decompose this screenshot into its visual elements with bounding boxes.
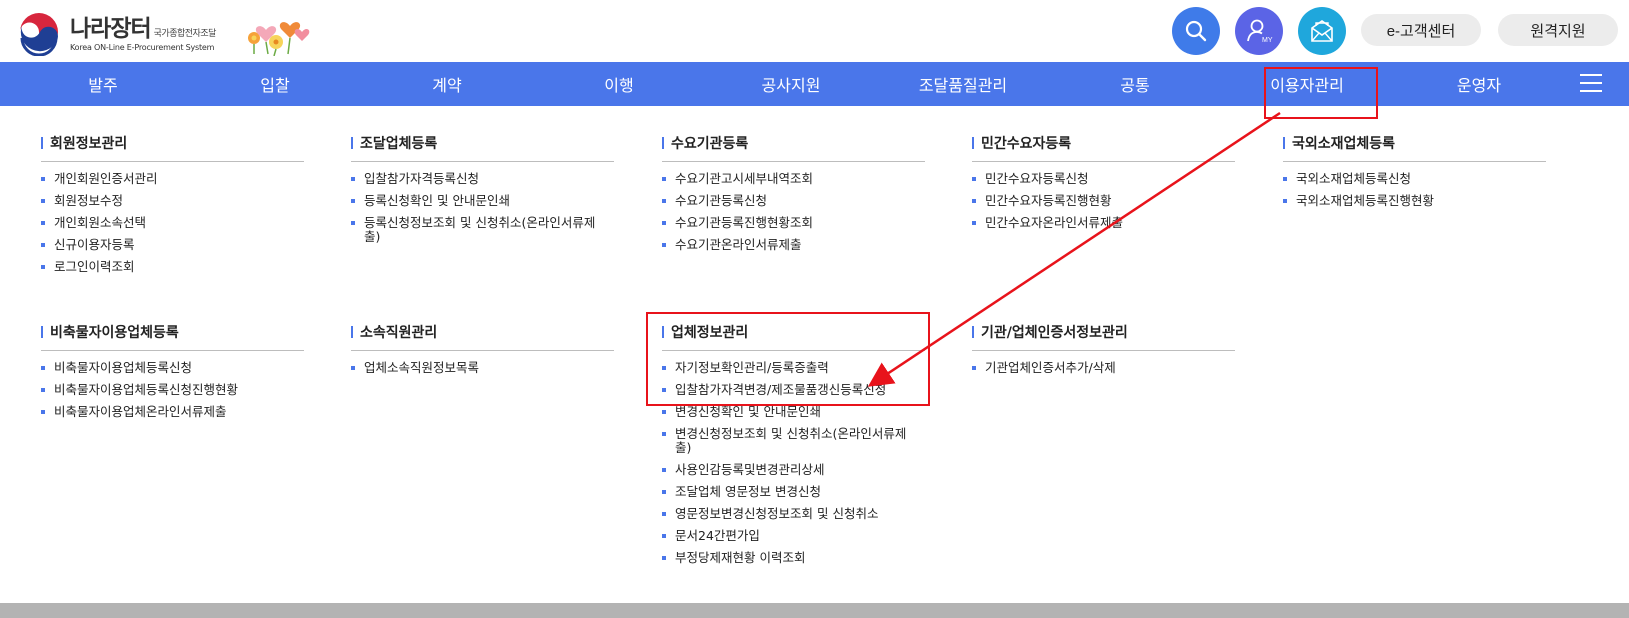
menu-link[interactable]: 부정당제재현황 이력조회 — [662, 551, 925, 565]
menu-link[interactable]: 수요기관온라인서류제출 — [662, 238, 925, 252]
menu-link[interactable]: 비축물자이용업체등록신청 — [41, 361, 304, 375]
group-title: 수요기관등록 — [671, 136, 749, 152]
logo-english-name: Korea ON-Line E-Procurement System — [70, 42, 215, 52]
remote-support-button[interactable]: 원격지원 — [1498, 14, 1618, 46]
menu-link[interactable]: 등록신청확인 및 안내문인쇄 — [351, 194, 614, 208]
gnb-item-construction[interactable]: 공사지원 — [711, 62, 871, 106]
search-button[interactable] — [1172, 7, 1220, 55]
gnb-item-quality[interactable]: 조달품질관리 — [883, 62, 1043, 106]
main-navigation: 발주 입찰 계약 이행 공사지원 조달품질관리 공통 이용자관리 운영자 — [0, 62, 1629, 106]
flowers-icon — [248, 22, 310, 56]
menu-link[interactable]: 개인회원인증서관리 — [41, 172, 304, 186]
menu-link[interactable]: 영문정보변경신청정보조회 및 신청취소 — [662, 507, 925, 521]
menu-link[interactable]: 조달업체 영문정보 변경신청 — [662, 485, 925, 499]
logo-name: 나라장터 — [70, 15, 152, 42]
menu-group-supplier-registration: 조달업체등록 입찰참가자격등록신청 등록신청확인 및 안내문인쇄 등록신청정보조… — [351, 134, 614, 252]
site-header: 나라장터 국가종합전자조달 Korea ON-Line E-Procuremen… — [0, 0, 1629, 62]
menu-icon[interactable] — [1580, 74, 1602, 94]
menu-group-certificate-management: 기관/업체인증서정보관리 기관업체인증서추가/삭제 — [972, 323, 1235, 383]
menu-link[interactable]: 비축물자이용업체온라인서류제출 — [41, 405, 304, 419]
menu-link[interactable]: 국외소재업체등록신청 — [1283, 172, 1546, 186]
gnb-item-fulfillment[interactable]: 이행 — [539, 62, 699, 106]
menu-link[interactable]: 변경신청확인 및 안내문인쇄 — [662, 405, 925, 419]
customer-center-button[interactable]: e-고객센터 — [1361, 14, 1481, 46]
menu-link[interactable]: 사용인감등록및변경관리상세 — [662, 463, 925, 477]
menu-group-staff-management: 소속직원관리 업체소속직원정보목록 — [351, 323, 614, 383]
menu-link[interactable]: 개인회원소속선택 — [41, 216, 304, 230]
menu-group-foreign-supplier-registration: 국외소재업체등록 국외소재업체등록신청 국외소재업체등록진행현황 — [1283, 134, 1546, 216]
gnb-item-operator[interactable]: 운영자 — [1399, 62, 1559, 106]
group-title: 기관/업체인증서정보관리 — [981, 325, 1128, 341]
menu-group-demand-agency-registration: 수요기관등록 수요기관고시세부내역조회 수요기관등록신청 수요기관등록진행현황조… — [662, 134, 925, 260]
message-button[interactable] — [1298, 7, 1346, 55]
group-title: 국외소재업체등록 — [1292, 136, 1396, 152]
menu-group-stockpile-user-registration: 비축물자이용업체등록 비축물자이용업체등록신청 비축물자이용업체등록신청진행현황… — [41, 323, 304, 427]
menu-link[interactable]: 입찰참가자격등록신청 — [351, 172, 614, 186]
group-title: 회원정보관리 — [50, 136, 128, 152]
gnb-item-common[interactable]: 공통 — [1055, 62, 1215, 106]
menu-link[interactable]: 등록신청정보조회 및 신청취소(온라인서류제 출) — [351, 216, 614, 244]
menu-link[interactable]: 민간수요자온라인서류제출 — [972, 216, 1235, 230]
menu-link[interactable]: 문서24간편가입 — [662, 529, 925, 543]
menu-link[interactable]: 변경신청정보조회 및 신청취소(온라인서류제 출) — [662, 427, 925, 455]
annotation-box-company-info — [646, 312, 930, 406]
gnb-item-order[interactable]: 발주 — [23, 62, 183, 106]
menu-link[interactable]: 수요기관등록신청 — [662, 194, 925, 208]
my-page-button[interactable]: MY — [1235, 7, 1283, 55]
menu-link[interactable]: 회원정보수정 — [41, 194, 304, 208]
search-icon — [1185, 20, 1207, 42]
menu-group-member-info: 회원정보관리 개인회원인증서관리 회원정보수정 개인회원소속선택 신규이용자등록… — [41, 134, 304, 282]
menu-link[interactable]: 업체소속직원정보목록 — [351, 361, 614, 375]
group-title: 비축물자이용업체등록 — [50, 325, 179, 341]
group-title: 소속직원관리 — [360, 325, 438, 341]
group-title: 조달업체등록 — [360, 136, 438, 152]
footer-bar — [0, 603, 1629, 618]
group-title: 민간수요자등록 — [981, 136, 1072, 152]
menu-group-private-demand-registration: 민간수요자등록 민간수요자등록신청 민간수요자등록진행현황 민간수요자온라인서류… — [972, 134, 1235, 238]
gnb-item-bidding[interactable]: 입찰 — [195, 62, 355, 106]
gnb-item-contract[interactable]: 계약 — [367, 62, 527, 106]
my-label: MY — [1262, 37, 1273, 44]
menu-link[interactable]: 국외소재업체등록진행현황 — [1283, 194, 1546, 208]
menu-link[interactable]: 수요기관고시세부내역조회 — [662, 172, 925, 186]
menu-link[interactable]: 수요기관등록진행현황조회 — [662, 216, 925, 230]
menu-link[interactable]: 민간수요자등록진행현황 — [972, 194, 1235, 208]
taegeuk-emblem-icon — [18, 13, 60, 56]
logo-subtitle: 국가종합전자조달 — [153, 28, 217, 39]
menu-link[interactable]: 민간수요자등록신청 — [972, 172, 1235, 186]
mail-icon — [1311, 20, 1333, 42]
menu-link[interactable]: 로그인이력조회 — [41, 260, 304, 274]
annotation-box-user-management — [1264, 67, 1378, 119]
menu-link[interactable]: 비축물자이용업체등록신청진행현황 — [41, 383, 304, 397]
user-icon: MY — [1247, 19, 1273, 44]
menu-link[interactable]: 기관업체인증서추가/삭제 — [972, 361, 1235, 375]
site-logo[interactable]: 나라장터 국가종합전자조달 Korea ON-Line E-Procuremen… — [17, 12, 216, 56]
menu-link[interactable]: 신규이용자등록 — [41, 238, 304, 252]
